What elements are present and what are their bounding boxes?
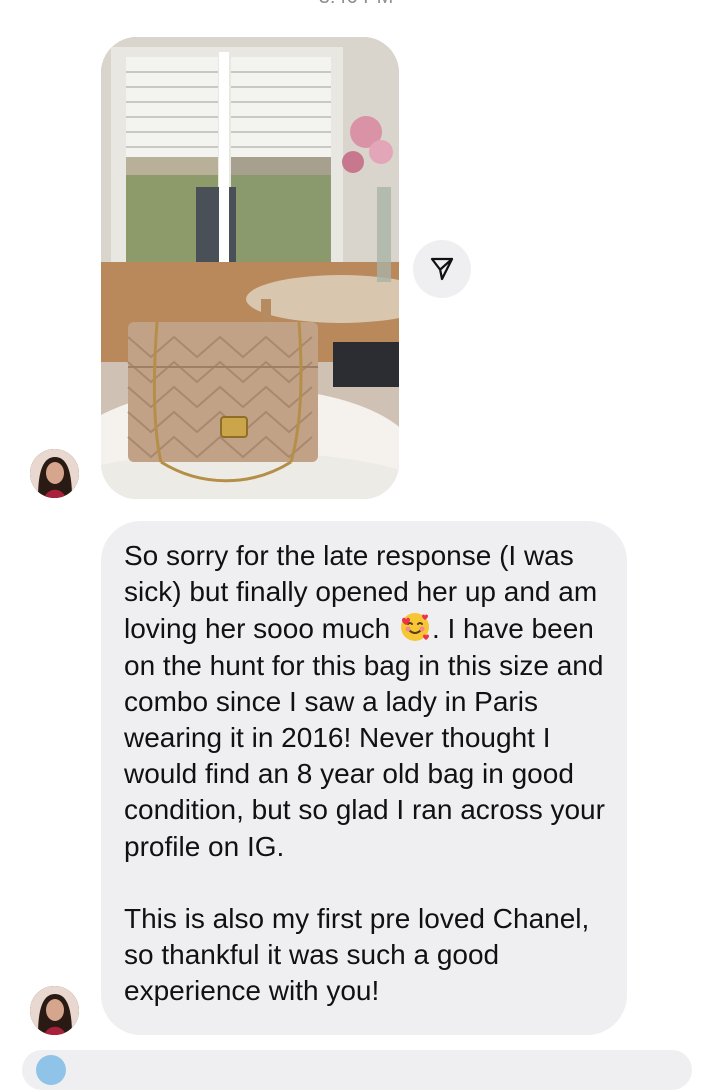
share-button[interactable] bbox=[413, 240, 471, 298]
message-text-bubble[interactable]: So sorry for the late response (I was si… bbox=[101, 521, 627, 1035]
avatar-image bbox=[30, 986, 79, 1035]
message-photo[interactable] bbox=[101, 37, 399, 499]
message-text-segment: . I have been on the hunt for this bag i… bbox=[124, 613, 605, 862]
message-paragraph-1: So sorry for the late response (I was si… bbox=[124, 538, 605, 865]
message-paragraph-2: This is also my first pre loved Chanel, … bbox=[124, 902, 590, 1007]
smiling-face-with-hearts-icon bbox=[398, 610, 432, 644]
sender-avatar[interactable] bbox=[30, 986, 79, 1035]
paper-plane-icon bbox=[430, 257, 454, 281]
bag-photo-image bbox=[101, 37, 399, 499]
next-message-bubble[interactable] bbox=[22, 1050, 692, 1090]
sender-avatar[interactable] bbox=[30, 449, 79, 498]
avatar-image bbox=[30, 449, 79, 498]
message-timestamp: 3:46 PM bbox=[0, 0, 712, 9]
